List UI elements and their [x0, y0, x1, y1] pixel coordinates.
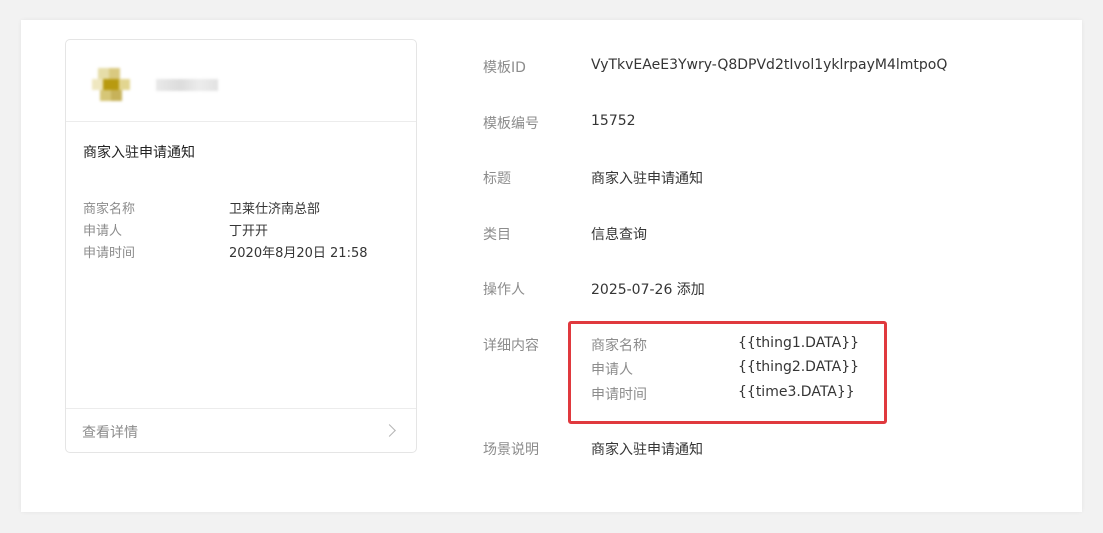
detail-field-row: 商家名称 {{thing1.DATA}} — [591, 335, 891, 355]
preview-field-value: 2020年8月20日 21:58 — [229, 246, 368, 261]
detail-field-row: 申请人 {{thing2.DATA}} — [591, 359, 891, 379]
view-details-label: 查看详情 — [82, 425, 138, 441]
message-preview-card: 商家入驻申请通知 商家名称 卫莱仕济南总部 申请人 丁开开 申请时间 2020年… — [65, 39, 417, 453]
category-label: 类目 — [483, 227, 511, 243]
template-no-row: 模板编号 15752 — [483, 113, 1063, 135]
detail-field-value: {{thing1.DATA}} — [738, 335, 860, 351]
template-id-row: 模板ID VyTkvEAeE3Ywry-Q8DPVd2tIvol1yklrpay… — [483, 57, 1063, 79]
operator-label: 操作人 — [483, 282, 525, 298]
detail-field-key: 商家名称 — [591, 338, 647, 354]
category-value: 信息查询 — [591, 227, 647, 243]
template-id-value: VyTkvEAeE3Ywry-Q8DPVd2tIvol1yklrpayM4lmt… — [591, 57, 948, 73]
detail-content-label: 详细内容 — [483, 338, 539, 354]
operator-value: 2025-07-26 添加 — [591, 282, 705, 298]
detail-field-key: 申请时间 — [591, 387, 647, 403]
preview-field-row: 申请人 丁开开 — [83, 220, 403, 240]
chevron-right-icon — [383, 424, 396, 437]
scene-row: 场景说明 商家入驻申请通知 — [483, 439, 1063, 461]
template-id-label: 模板ID — [483, 60, 526, 76]
detail-field-key: 申请人 — [591, 362, 633, 378]
scene-value: 商家入驻申请通知 — [591, 442, 703, 458]
category-row: 类目 信息查询 — [483, 224, 1063, 246]
blurred-account-name — [156, 79, 218, 91]
template-no-value: 15752 — [591, 113, 636, 129]
preview-field-row: 商家名称 卫莱仕济南总部 — [83, 198, 403, 218]
preview-card-header — [66, 40, 416, 122]
scene-label: 场景说明 — [483, 442, 539, 458]
title-label: 标题 — [483, 171, 511, 187]
title-value: 商家入驻申请通知 — [591, 171, 703, 187]
preview-field-row: 申请时间 2020年8月20日 21:58 — [83, 242, 403, 262]
title-row: 标题 商家入驻申请通知 — [483, 168, 1063, 190]
detail-field-row: 申请时间 {{time3.DATA}} — [591, 384, 891, 404]
avatar — [92, 68, 134, 104]
preview-field-value: 卫莱仕济南总部 — [229, 202, 321, 217]
preview-field-label: 申请人 — [83, 224, 123, 239]
preview-field-label: 商家名称 — [83, 202, 136, 217]
template-detail-panel: 商家入驻申请通知 商家名称 卫莱仕济南总部 申请人 丁开开 申请时间 2020年… — [21, 20, 1082, 512]
detail-field-value: {{thing2.DATA}} — [738, 359, 860, 375]
preview-field-label: 申请时间 — [83, 246, 136, 261]
preview-field-value: 丁开开 — [229, 224, 269, 239]
detail-field-value: {{time3.DATA}} — [738, 384, 855, 400]
view-details-link[interactable]: 查看详情 — [66, 408, 416, 453]
template-no-label: 模板编号 — [483, 116, 539, 132]
preview-card-title: 商家入驻申请通知 — [83, 145, 195, 161]
operator-row: 操作人 2025-07-26 添加 — [483, 279, 1063, 301]
